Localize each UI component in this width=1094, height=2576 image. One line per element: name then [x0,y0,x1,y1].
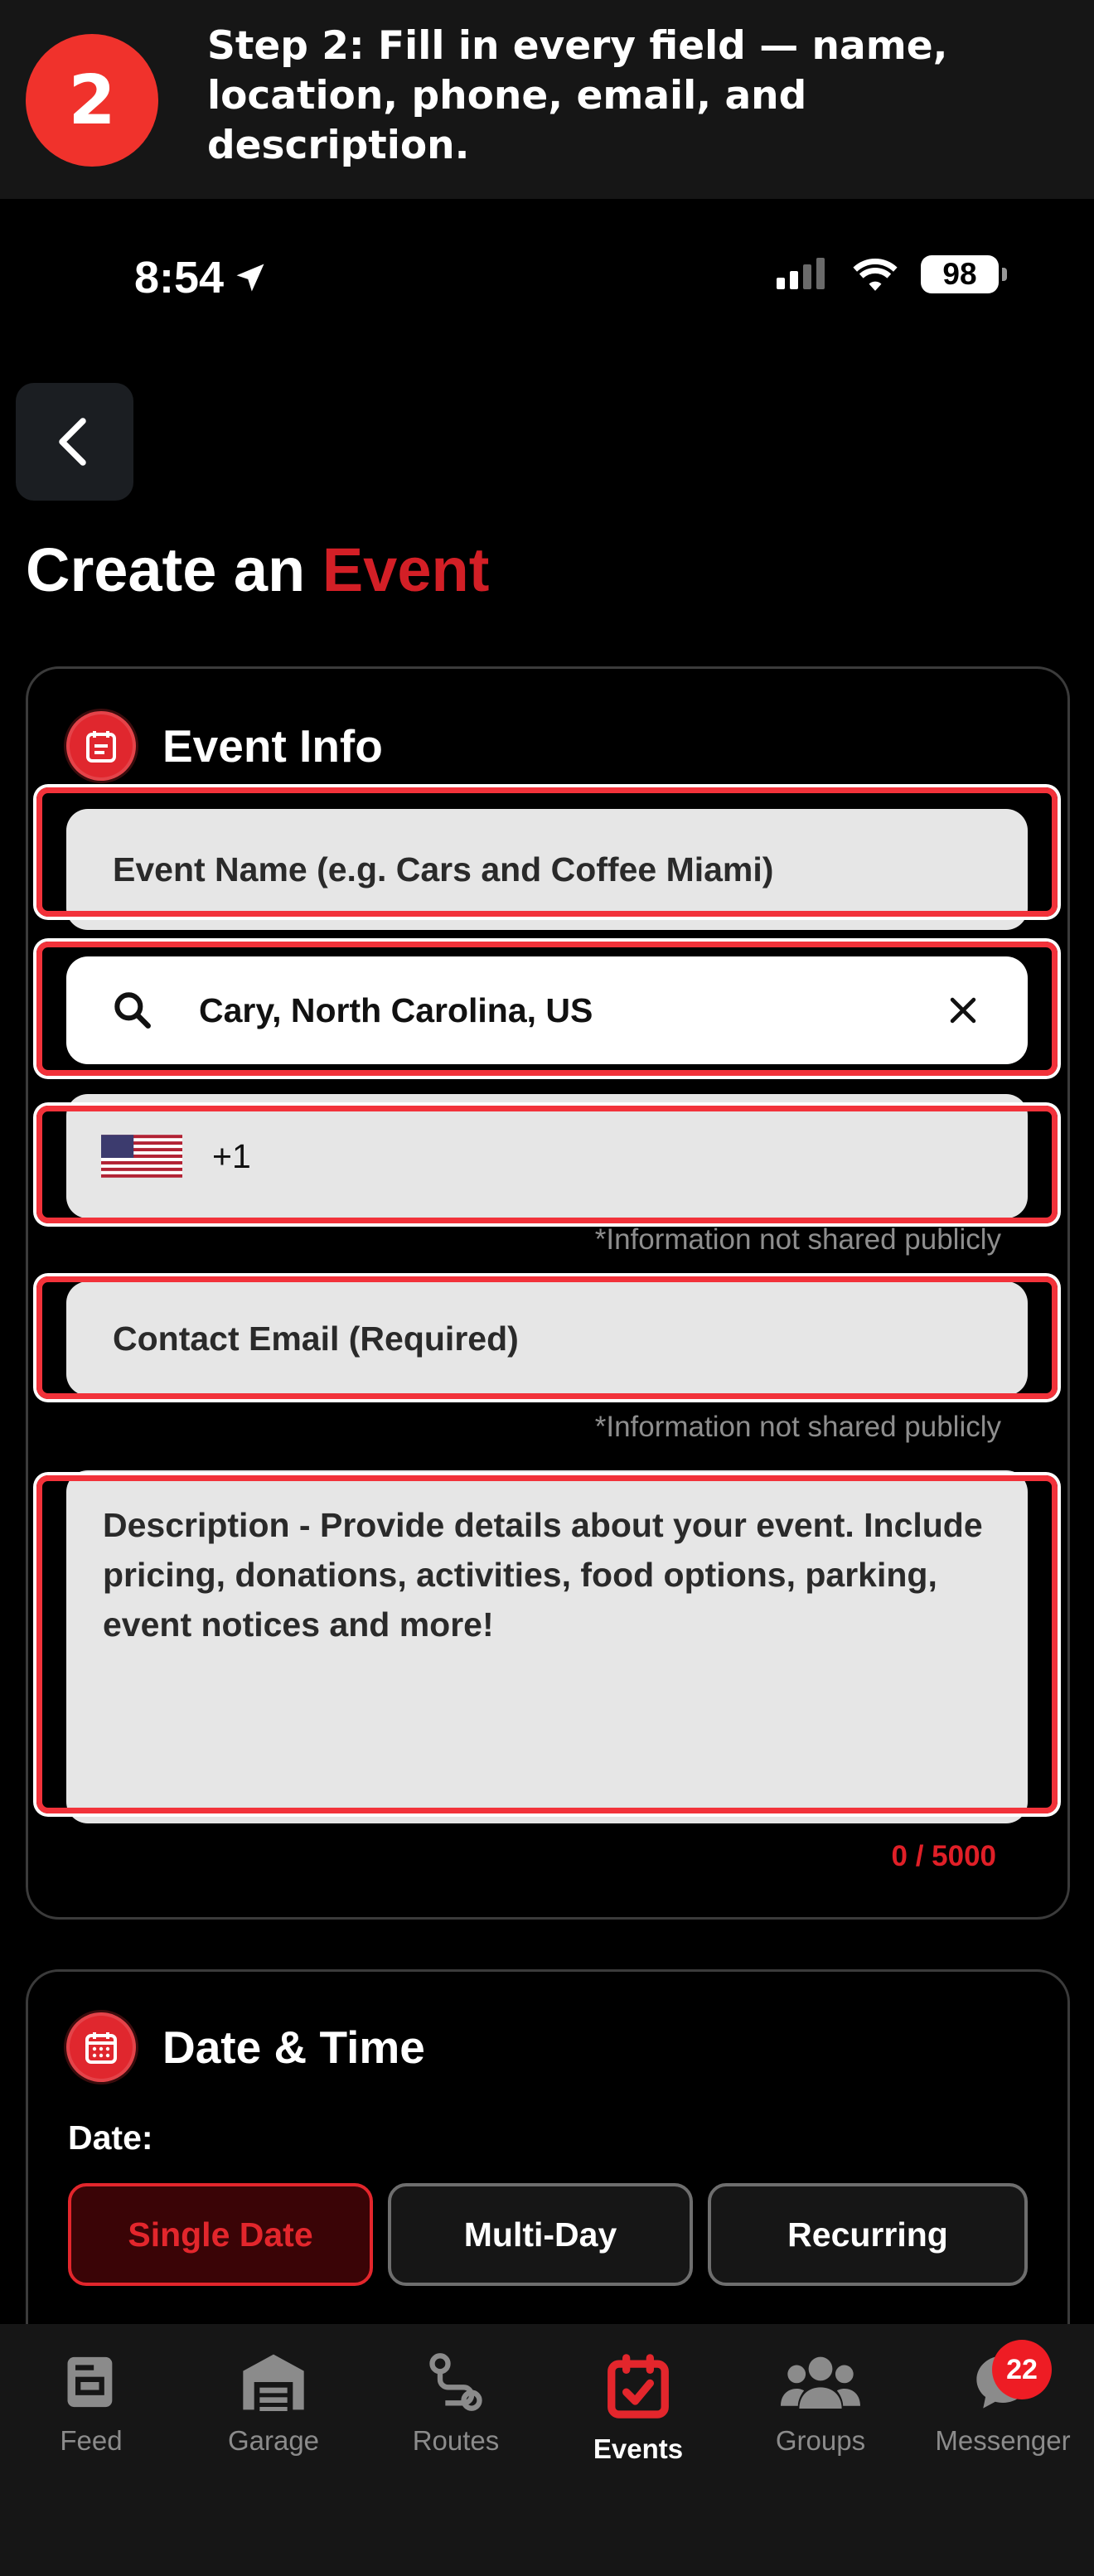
date-time-header: Date & Time [66,2012,425,2082]
character-counter: 0 / 5000 [891,1840,997,1872]
step-number-badge: 2 [26,34,158,167]
location-highlight [36,942,1058,1076]
instruction-text: Step 2: Fill in every field — name, loca… [207,23,948,168]
tab-messenger-label: Messenger [935,2425,1071,2456]
option-multi-day[interactable]: Multi-Day [388,2183,693,2286]
feed-icon [67,2356,113,2408]
calendar-icon [66,2012,136,2082]
routes-icon [429,2353,482,2411]
location-arrow-icon [236,264,264,292]
page-title-main: Create an [26,535,306,604]
event-info-icon [66,711,136,781]
email-highlight [36,1276,1058,1399]
tab-events[interactable]: Events [555,2351,721,2465]
events-icon [608,2354,669,2419]
tab-garage[interactable]: Garage [191,2351,356,2457]
event-info-heading: Event Info [162,720,383,772]
tab-garage-label: Garage [227,2425,320,2456]
back-button[interactable] [16,383,133,501]
battery-indicator: 98 [921,255,1007,293]
date-label: Date: [68,2118,153,2157]
garage-icon [243,2354,304,2411]
tab-feed[interactable]: Feed [8,2351,174,2457]
event-name-highlight [36,787,1058,917]
email-privacy-hint: *Information not shared publicly [594,1411,1001,1443]
tab-feed-label: Feed [60,2425,123,2456]
status-time: 8:54 [134,253,225,303]
date-time-heading: Date & Time [162,2022,425,2073]
tab-groups[interactable]: Groups [738,2351,903,2457]
tab-events-label: Events [593,2433,684,2464]
option-single-date[interactable]: Single Date [68,2183,373,2286]
phone-privacy-hint: *Information not shared publicly [594,1223,1001,1256]
status-indicators: 98 [775,255,1007,293]
instruction-banner: 2 Step 2: Fill in every field — name, lo… [0,0,1094,199]
description-highlight [36,1475,1058,1813]
page-title-accent: Event [322,535,490,604]
phone-highlight [36,1106,1058,1223]
status-time-group: 8:54 [134,252,269,303]
tab-groups-label: Groups [775,2425,866,2456]
page-title: Create an Event [26,535,489,606]
cellular-signal-icon [777,258,825,289]
tab-routes[interactable]: Routes [373,2351,539,2457]
option-recurring[interactable]: Recurring [708,2183,1028,2286]
wifi-icon [853,259,898,291]
messenger-unread-badge: 22 [992,2340,1052,2399]
tab-routes-label: Routes [412,2425,500,2456]
groups-icon [781,2356,860,2409]
event-info-header: Event Info [66,711,383,781]
chevron-left-icon [59,418,86,466]
